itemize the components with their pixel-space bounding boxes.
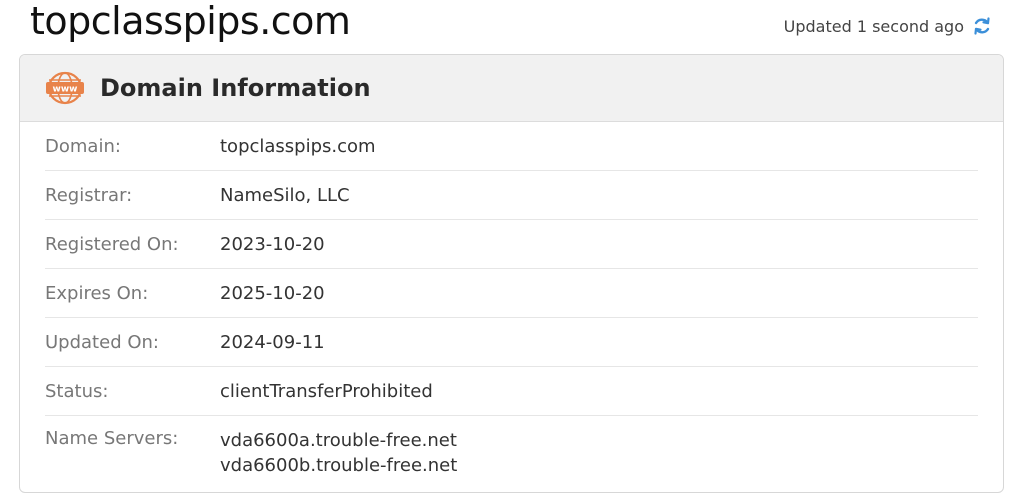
panel-title: Domain Information xyxy=(100,74,371,102)
row-registrar: Registrar: NameSilo, LLC xyxy=(45,171,978,220)
row-label: Status: xyxy=(45,380,109,402)
info-rows: Domain: topclasspips.com Registrar: Name… xyxy=(20,122,1003,478)
row-updated-on: Updated On: 2024-09-11 xyxy=(45,318,978,367)
row-value: 2024-09-11 xyxy=(220,331,325,353)
domain-info-panel: www Domain Information Domain: topclassp… xyxy=(19,54,1004,493)
row-label: Domain: xyxy=(45,135,121,157)
row-value-list: vda6600a.trouble-free.net vda6600b.troub… xyxy=(220,428,457,478)
svg-text:www: www xyxy=(53,85,78,95)
row-label: Registrar: xyxy=(45,184,133,206)
row-value: topclasspips.com xyxy=(220,135,376,157)
row-value: NameSilo, LLC xyxy=(220,184,350,206)
updated-status: Updated 1 second ago xyxy=(784,16,992,36)
row-value: 2025-10-20 xyxy=(220,282,325,304)
row-value: 2023-10-20 xyxy=(220,233,325,255)
row-label: Updated On: xyxy=(45,331,159,353)
row-label: Expires On: xyxy=(45,282,149,304)
page-title: topclasspips.com xyxy=(30,0,351,43)
row-value: clientTransferProhibited xyxy=(220,380,433,402)
www-globe-icon: www xyxy=(46,71,84,105)
row-name-servers: Name Servers: vda6600a.trouble-free.net … xyxy=(45,416,978,478)
updated-text: Updated 1 second ago xyxy=(783,16,964,36)
panel-header: www Domain Information xyxy=(20,55,1003,122)
row-expires-on: Expires On: 2025-10-20 xyxy=(45,269,978,318)
row-registered-on: Registered On: 2023-10-20 xyxy=(45,220,978,269)
refresh-icon[interactable] xyxy=(972,16,992,36)
row-label: Name Servers: xyxy=(45,428,179,449)
name-server-2: vda6600b.trouble-free.net xyxy=(220,455,458,476)
row-domain: Domain: topclasspips.com xyxy=(45,122,978,171)
row-label: Registered On: xyxy=(45,233,179,255)
row-status: Status: clientTransferProhibited xyxy=(45,367,978,416)
name-server-1: vda6600a.trouble-free.net xyxy=(220,430,457,451)
